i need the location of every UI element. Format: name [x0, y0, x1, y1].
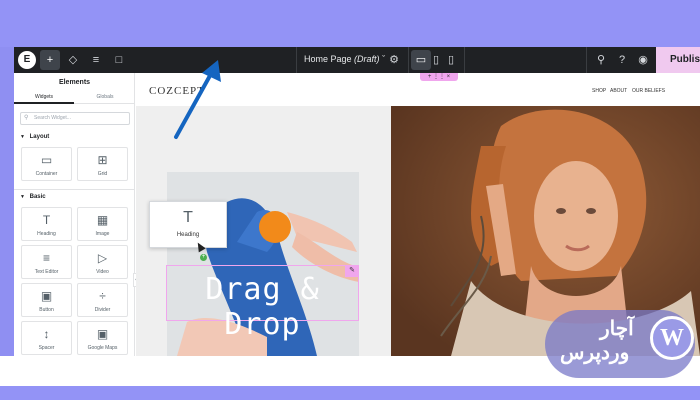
caret-down-icon: ▼: [20, 194, 25, 200]
search-icon: ⚲: [24, 115, 29, 121]
page-title: Home Page: [304, 54, 352, 64]
text-editor-icon: ≡: [42, 251, 50, 265]
widget-spacer[interactable]: ↕ Spacer: [21, 321, 72, 355]
site-logo[interactable]: COZCEPT: [149, 85, 205, 97]
widget-grid[interactable]: ⊞ Grid: [77, 147, 128, 181]
widget-container[interactable]: ▭ Container: [21, 147, 72, 181]
settings-sliders-icon[interactable]: ≡: [86, 50, 106, 70]
section-handle[interactable]: + ⋮⋮ ×: [420, 73, 458, 81]
widget-label: Divider: [94, 307, 111, 313]
category-layout[interactable]: ▼ Layout: [20, 134, 49, 140]
caret-down-icon: ▼: [20, 134, 25, 140]
elementor-logo-icon[interactable]: E: [18, 51, 36, 69]
publish-button[interactable]: Publish: [656, 47, 700, 73]
widget-label: Button: [39, 307, 54, 313]
nav-link-shop[interactable]: SHOP: [592, 88, 606, 94]
layers-icon[interactable]: ◇: [63, 50, 83, 70]
category-label: Basic: [29, 194, 46, 200]
widget-label: Spacer: [38, 345, 55, 351]
page-title-dropdown[interactable]: Home Page (Draft) ˇ: [304, 54, 385, 64]
widget-image[interactable]: ▦ Image: [77, 207, 128, 241]
widget-heading[interactable]: T Heading: [21, 207, 72, 241]
widget-button[interactable]: ▣ Button: [21, 283, 72, 317]
tab-globals[interactable]: Globals: [75, 91, 135, 104]
dragged-heading-widget[interactable]: T Heading: [149, 201, 227, 248]
map-icon: ▣: [96, 327, 109, 341]
page-settings-gear-icon[interactable]: ⚙: [384, 50, 404, 70]
widget-label: Google Maps: [87, 345, 118, 351]
nav-link-about[interactable]: ABOUT: [610, 88, 627, 94]
nav-link-our-beliefs[interactable]: OUR BELIEFS: [632, 88, 665, 94]
tab-widgets[interactable]: Widgets: [14, 91, 74, 104]
drag-drop-heading[interactable]: Drag & Drop: [167, 272, 358, 342]
widget-label: Video: [96, 269, 109, 275]
category-label: Layout: [29, 134, 50, 140]
page-status: (Draft): [354, 54, 380, 64]
search-input[interactable]: ⚲ Search Widget...: [20, 112, 130, 125]
category-basic[interactable]: ▼ Basic: [20, 194, 46, 200]
heading-icon: T: [42, 213, 51, 227]
background-frame-bottom: [0, 386, 700, 400]
heading-icon: T: [183, 209, 193, 226]
wordpress-logo-icon: W: [650, 316, 694, 360]
watermark-text-line2: وردپرس: [560, 342, 630, 364]
top-bar: E + ◇ ≡ □ Home Page (Draft) ˇ ⚙ ▭ ▯ ▯ ⚲ …: [14, 47, 700, 73]
widget-label: Heading: [37, 231, 56, 237]
comments-icon[interactable]: □: [109, 50, 129, 70]
widget-label: Heading: [176, 232, 200, 238]
button-icon: ▣: [40, 289, 53, 303]
heading-widget-selected[interactable]: Drag & Drop: [166, 265, 359, 342]
widget-text-editor[interactable]: ≡ Text Editor: [21, 245, 72, 279]
widget-divider[interactable]: ÷ Divider: [77, 283, 128, 317]
panel-title: Elements: [58, 79, 91, 86]
divider: [296, 47, 297, 73]
search-icon[interactable]: ⚲: [591, 50, 611, 70]
container-icon: ▭: [40, 153, 53, 167]
grid-icon: ⊞: [97, 153, 108, 167]
spacer-icon: ↕: [43, 327, 50, 341]
background-frame-top: [0, 0, 700, 47]
divider: [586, 47, 587, 73]
help-icon[interactable]: ?: [612, 50, 632, 70]
widget-label: Text Editor: [34, 269, 59, 275]
divider: [408, 47, 409, 73]
edit-pencil-icon[interactable]: ✎: [345, 265, 359, 277]
mobile-view-icon[interactable]: ▯: [441, 50, 461, 70]
drop-plus-icon: +: [200, 254, 207, 261]
add-element-button[interactable]: +: [40, 50, 60, 70]
widget-video[interactable]: ▷ Video: [77, 245, 128, 279]
preview-eye-icon[interactable]: ◉: [633, 50, 653, 70]
search-placeholder: Search Widget...: [34, 115, 71, 121]
divider: [464, 47, 465, 73]
divider: [14, 189, 135, 190]
watermark-text-line1: آچار: [600, 318, 634, 340]
widget-google-maps[interactable]: ▣ Google Maps: [77, 321, 128, 355]
panel-tabs: Widgets Globals: [14, 91, 135, 104]
elements-panel: Elements Widgets Globals ⚲ Search Widget…: [14, 73, 135, 356]
divider-icon: ÷: [99, 289, 106, 303]
video-icon: ▷: [97, 251, 108, 265]
widget-label: Image: [95, 231, 110, 237]
widget-label: Container: [35, 171, 58, 177]
widget-label: Grid: [97, 171, 108, 177]
image-icon: ▦: [96, 213, 109, 227]
